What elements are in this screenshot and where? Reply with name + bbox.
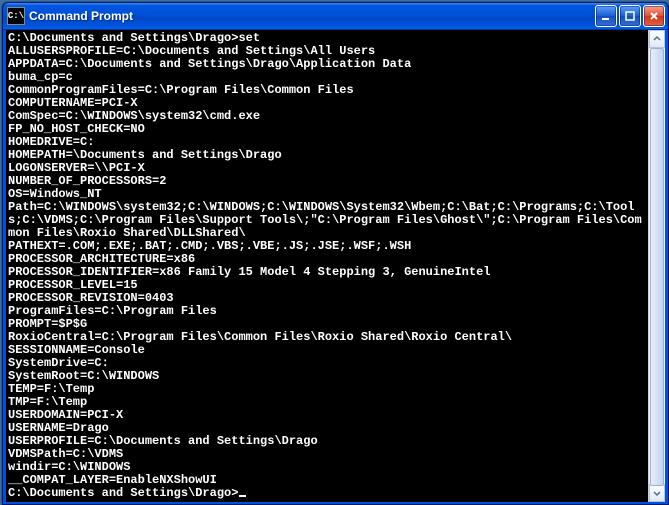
scroll-up-button[interactable] <box>649 30 665 48</box>
terminal-prompt-line: C:\Documents and Settings\Drago> <box>8 487 646 500</box>
cursor <box>239 495 246 497</box>
minimize-button[interactable] <box>595 5 617 27</box>
terminal-line: Path=C:\WINDOWS\system32;C:\WINDOWS;C:\W… <box>8 201 646 240</box>
maximize-icon <box>625 11 635 21</box>
close-icon <box>649 11 659 21</box>
minimize-icon <box>601 11 611 21</box>
cmd-icon: C:\ <box>7 7 25 25</box>
titlebar[interactable]: C:\ Command Prompt <box>3 3 668 30</box>
terminal-line: NUMBER_OF_PROCESSORS=2 <box>8 175 646 188</box>
prompt-text: C:\Documents and Settings\Drago> <box>8 486 238 500</box>
terminal-output[interactable]: C:\Documents and Settings\Drago>setALLUS… <box>6 30 648 502</box>
cmd-icon-text: C:\ <box>8 12 24 21</box>
vertical-scrollbar[interactable] <box>648 30 665 502</box>
scroll-down-button[interactable] <box>649 484 665 502</box>
client-area: C:\Documents and Settings\Drago>setALLUS… <box>3 30 668 505</box>
window-buttons <box>595 5 665 27</box>
terminal-line: SystemRoot=C:\WINDOWS <box>8 370 646 383</box>
chevron-up-icon <box>653 35 661 43</box>
maximize-button[interactable] <box>619 5 641 27</box>
scrollbar-track[interactable] <box>649 48 665 484</box>
terminal-line: ProgramFiles=C:\Program Files <box>8 305 646 318</box>
terminal-line: APPDATA=C:\Documents and Settings\Drago\… <box>8 58 646 71</box>
command-prompt-window: C:\ Command Prompt C:\Documents and Sett… <box>2 2 669 505</box>
close-button[interactable] <box>643 5 665 27</box>
terminal-line: FP_NO_HOST_CHECK=NO <box>8 123 646 136</box>
scrollbar-thumb[interactable] <box>650 48 664 486</box>
terminal-line: TEMP=F:\Temp <box>8 383 646 396</box>
window-title: Command Prompt <box>29 9 595 23</box>
chevron-down-icon <box>653 489 661 497</box>
